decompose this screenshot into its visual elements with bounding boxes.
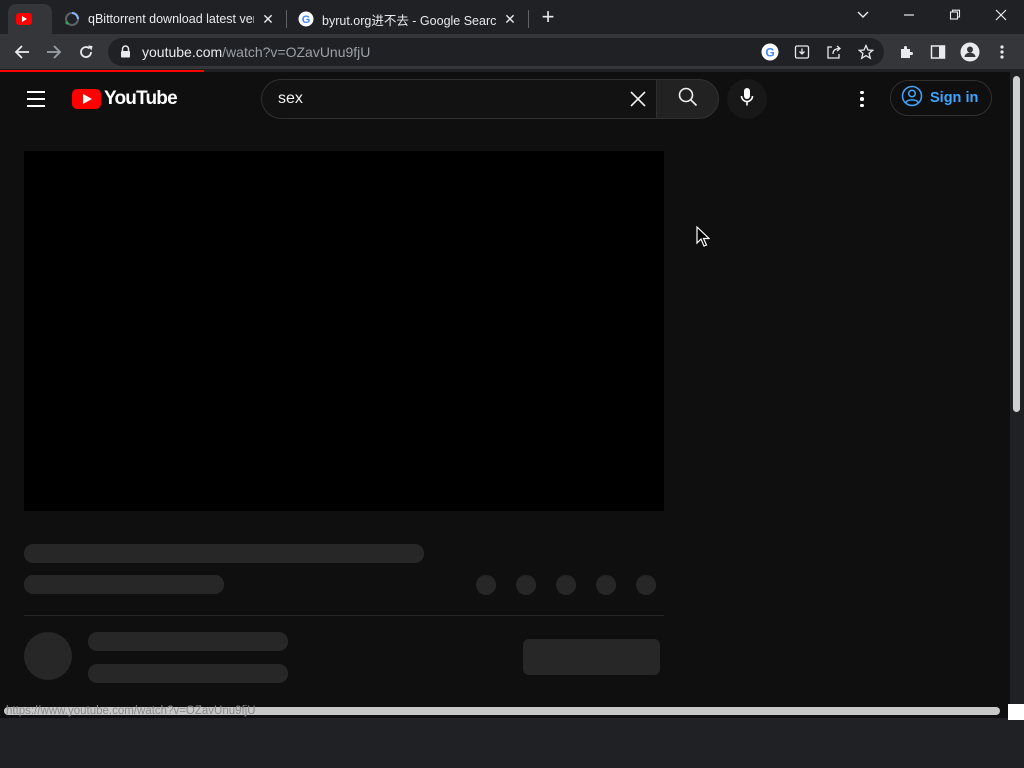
youtube-icon (16, 11, 32, 27)
youtube-logo[interactable]: YouTube (72, 88, 178, 110)
tab-title: byrut.org进不去 - Google Search (322, 13, 496, 28)
clear-search-icon[interactable] (628, 89, 648, 109)
extensions-icon[interactable] (893, 39, 919, 65)
share-icon[interactable] (824, 42, 844, 62)
browser-toolbar: youtube.com/watch?v=OZavUnu9fjU G (0, 34, 1024, 70)
action-skeleton (476, 575, 496, 595)
restore-icon[interactable] (932, 0, 978, 30)
loading-icon (64, 11, 80, 27)
scrollbar-corner (1008, 704, 1024, 720)
back-icon[interactable] (9, 39, 35, 65)
tab-google-search[interactable]: G byrut.org进不去 - Google Search ✕ (290, 4, 526, 34)
svg-text:G: G (765, 46, 774, 60)
side-panel-icon[interactable] (925, 39, 951, 65)
sign-in-button[interactable]: Sign in (890, 80, 992, 116)
avatar-skeleton (24, 632, 72, 680)
mouse-cursor-icon (696, 225, 711, 253)
url-text[interactable]: youtube.com/watch?v=OZavUnu9fjU (142, 44, 370, 60)
close-window-icon[interactable] (978, 0, 1024, 30)
bookmark-star-icon[interactable] (856, 42, 876, 62)
settings-more-icon[interactable] (850, 86, 874, 112)
channel-meta-skeleton (88, 664, 288, 683)
channel-skeleton (88, 632, 288, 651)
voice-search-button[interactable] (727, 79, 767, 119)
url-host: youtube.com (142, 44, 223, 60)
forward-icon[interactable] (41, 39, 67, 65)
youtube-wordmark: YouTube (104, 88, 178, 109)
url-path: /watch?v=OZavUnu9fjU (222, 44, 371, 60)
browser-menu-icon[interactable] (989, 39, 1015, 65)
vertical-scrollbar[interactable] (1010, 72, 1024, 718)
account-icon (901, 85, 923, 111)
minimize-icon[interactable] (886, 0, 932, 30)
microphone-icon (740, 87, 754, 112)
tab-strip: qBittorrent download latest versi ✕ G by… (0, 0, 1024, 34)
lock-icon[interactable] (120, 45, 131, 63)
google-lens-icon[interactable]: G (760, 42, 780, 62)
tab-qbittorrent[interactable]: qBittorrent download latest versi ✕ (56, 4, 284, 34)
search-query: sex (278, 90, 303, 107)
youtube-masthead: YouTube sex Sign in (0, 72, 1010, 126)
tab-title: qBittorrent download latest versi (88, 12, 254, 26)
status-bar-url: https://www.youtube.com/watch?v=OZavUnu9… (6, 705, 256, 717)
google-icon: G (298, 11, 314, 27)
profile-icon[interactable] (957, 39, 983, 65)
reload-icon[interactable] (73, 39, 99, 65)
video-player[interactable] (24, 151, 664, 511)
tab-separator (528, 10, 529, 28)
tab-search-icon[interactable] (840, 0, 886, 30)
close-tab-icon[interactable]: ✕ (260, 11, 276, 27)
action-skeleton (596, 575, 616, 595)
subscribe-skeleton (523, 639, 660, 675)
close-tab-icon[interactable]: ✕ (502, 11, 518, 27)
youtube-page: YouTube sex Sign in (0, 72, 1010, 718)
search-icon (678, 87, 698, 112)
search-button[interactable] (656, 79, 719, 119)
divider (24, 615, 664, 616)
guide-menu-icon[interactable] (22, 86, 50, 112)
tab-separator (286, 10, 287, 28)
action-skeleton (556, 575, 576, 595)
meta-skeleton (24, 575, 224, 594)
new-tab-button[interactable]: + (536, 6, 560, 30)
install-app-icon[interactable] (792, 42, 812, 62)
window-bottom (0, 720, 1024, 768)
sign-in-label: Sign in (930, 90, 979, 106)
search-input[interactable]: sex (261, 79, 656, 119)
svg-text:G: G (302, 14, 311, 26)
tab-youtube[interactable] (8, 4, 52, 34)
action-skeleton (636, 575, 656, 595)
title-skeleton (24, 544, 424, 563)
scrollbar-thumb[interactable] (1013, 76, 1020, 412)
address-bar[interactable]: youtube.com/watch?v=OZavUnu9fjU G (108, 38, 884, 66)
action-skeleton (516, 575, 536, 595)
youtube-play-icon (72, 89, 101, 109)
